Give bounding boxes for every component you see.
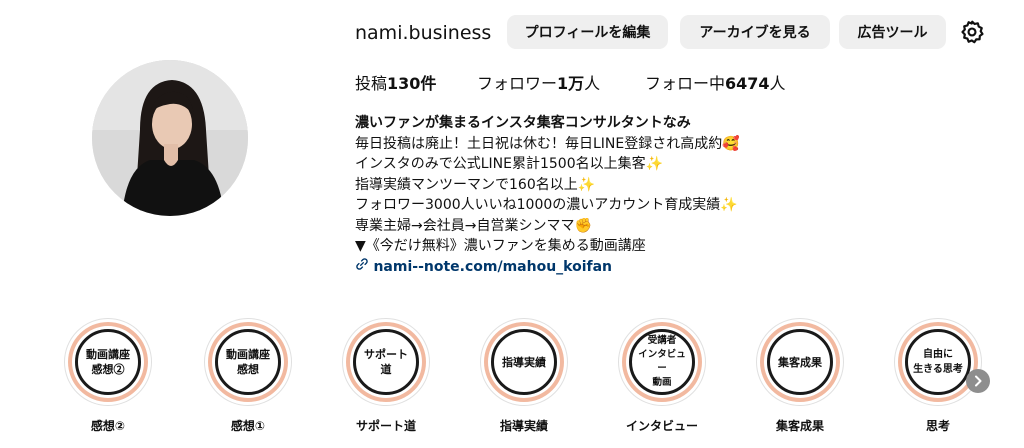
highlight-ring: 受講者 インタビュー 動画 <box>618 318 706 406</box>
bio-line: 毎日投稿は廃止！土日祝は休む！毎日LINE登録され高成約🥰 <box>355 135 740 152</box>
bio-link-row: nami--note.com/mahou_koifan <box>355 257 740 278</box>
bio-line: 指導実績マンツーマンで160名以上✨ <box>355 176 596 193</box>
highlight-item[interactable]: 動画講座 感想② 感想② <box>64 318 152 434</box>
highlight-ring-color: 自由に 生きる思考 <box>898 322 978 402</box>
view-archive-button[interactable]: アーカイブを見る <box>680 15 830 49</box>
following-suffix: 人 <box>769 74 786 93</box>
highlight-ring-gap: 集客成果 <box>764 326 836 398</box>
highlight-cover: 動画講座 感想② <box>75 329 141 395</box>
gear-icon[interactable] <box>959 19 985 45</box>
highlight-label: 感想② <box>90 419 126 433</box>
profile-photo <box>92 60 248 216</box>
highlight-ring-color: 動画講座 感想② <box>68 322 148 402</box>
bio-line: フォロワー3000人いいね1000の濃いアカウント育成実績✨ <box>355 197 738 213</box>
highlight-label: 集客成果 <box>775 419 824 433</box>
followers-value: 1万 <box>557 74 585 93</box>
highlight-ring-color: サポート 道 <box>346 322 426 402</box>
chevron-right-icon <box>975 375 982 387</box>
profile-bio: 濃いファンが集まるインスタ集客コンサルタントなみ 毎日投稿は廃止！土日祝は休む！… <box>355 113 740 277</box>
highlight-cover: 動画講座 感想 <box>215 329 281 395</box>
highlight-ring-gap: 指導実績 <box>488 326 560 398</box>
username: nami.business <box>355 22 492 44</box>
ad-tools-button[interactable]: 広告ツール <box>839 15 946 49</box>
edit-profile-button[interactable]: プロフィールを編集 <box>507 15 668 49</box>
highlight-ring: 動画講座 感想② <box>64 318 152 406</box>
highlights-next-button[interactable] <box>966 369 990 393</box>
highlight-ring-gap: 動画講座 感想② <box>72 326 144 398</box>
bio-line: ▼《今だけ無料》濃いファンを集める動画講座 <box>355 238 646 254</box>
followers-count[interactable]: フォロワー1万人 <box>477 73 600 95</box>
highlight-ring-gap: サポート 道 <box>350 326 422 398</box>
highlight-label: 思考 <box>925 419 950 433</box>
highlight-ring-color: 動画講座 感想 <box>208 322 288 402</box>
highlight-cover: 指導実績 <box>491 329 557 395</box>
followers-label: フォロワー <box>477 74 558 93</box>
highlight-ring-gap: 自由に 生きる思考 <box>902 326 974 398</box>
link-icon <box>356 257 368 270</box>
highlight-item[interactable]: 指導実績 指導実績 <box>480 318 568 434</box>
posts-value: 130件 <box>387 74 437 93</box>
highlight-ring-color: 指導実績 <box>484 322 564 402</box>
highlight-ring-gap: 受講者 インタビュー 動画 <box>626 326 698 398</box>
highlight-ring: 自由に 生きる思考 <box>894 318 982 406</box>
highlight-ring: 集客成果 <box>756 318 844 406</box>
highlight-item[interactable]: 動画講座 感想 感想① <box>204 318 292 434</box>
profile-avatar[interactable] <box>92 60 248 216</box>
highlight-ring-color: 集客成果 <box>760 322 840 402</box>
posts-count: 投稿130件 <box>355 73 436 95</box>
highlight-cover: 受講者 インタビュー 動画 <box>629 329 695 395</box>
posts-label: 投稿 <box>355 74 388 93</box>
following-label: フォロー中 <box>645 74 726 93</box>
highlight-ring: 指導実績 <box>480 318 568 406</box>
bio-line: 専業主婦→会社員→自営業シンママ✊ <box>355 217 592 234</box>
followers-suffix: 人 <box>584 74 601 93</box>
highlight-ring-color: 受講者 インタビュー 動画 <box>622 322 702 402</box>
highlight-item[interactable]: サポート 道 サポート道 <box>342 318 430 434</box>
bio-line: インスタのみで公式LINE累計1500名以上集客✨ <box>355 156 664 172</box>
following-value: 6474 <box>725 74 770 93</box>
highlight-label: 感想① <box>230 419 266 433</box>
highlight-label: 指導実績 <box>499 419 548 433</box>
highlight-cover: サポート 道 <box>353 329 419 395</box>
highlight-label: サポート道 <box>355 419 416 433</box>
highlight-ring: サポート 道 <box>342 318 430 406</box>
highlight-cover: 自由に 生きる思考 <box>905 329 971 395</box>
bio-link[interactable]: nami--note.com/mahou_koifan <box>373 259 612 275</box>
highlight-item[interactable]: 集客成果 集客成果 <box>756 318 844 434</box>
highlight-item[interactable]: 受講者 インタビュー 動画 インタビュー <box>618 318 706 434</box>
highlight-label: インタビュー <box>625 419 698 433</box>
following-count[interactable]: フォロー中6474人 <box>645 73 786 95</box>
bio-name: 濃いファンが集まるインスタ集客コンサルタントなみ <box>355 115 691 131</box>
highlight-ring-gap: 動画講座 感想 <box>212 326 284 398</box>
highlight-cover: 集客成果 <box>767 329 833 395</box>
highlight-ring: 動画講座 感想 <box>204 318 292 406</box>
